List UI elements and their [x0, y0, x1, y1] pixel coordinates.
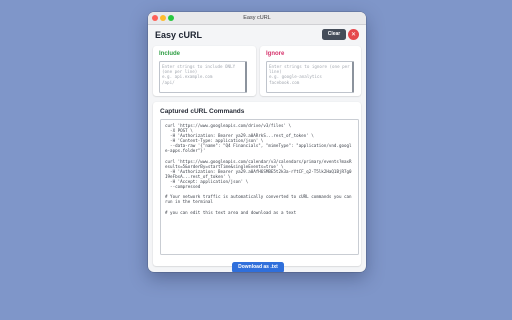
ignore-label: Ignore: [266, 51, 285, 57]
ignore-card: Ignore: [260, 46, 361, 96]
window-titlebar: Easy cURL: [148, 12, 366, 25]
download-button[interactable]: Download as .txt: [232, 262, 284, 272]
commands-textarea[interactable]: curl 'https://www.googleapis.com/drive/v…: [160, 119, 359, 255]
include-label: Include: [159, 51, 181, 57]
include-input[interactable]: [159, 61, 247, 93]
clear-button[interactable]: Clear: [322, 29, 346, 40]
app-window: Easy cURL Easy cURL Clear ✕ Include Igno…: [148, 12, 366, 272]
page-title: Easy cURL: [155, 30, 203, 40]
close-icon[interactable]: ✕: [348, 29, 359, 40]
commands-card: Captured cURL Commands curl 'https://www…: [153, 102, 361, 272]
window-title: Easy cURL: [243, 15, 271, 21]
ignore-input[interactable]: [266, 61, 354, 93]
commands-title: Captured cURL Commands: [160, 108, 245, 115]
include-card: Include: [153, 46, 256, 96]
